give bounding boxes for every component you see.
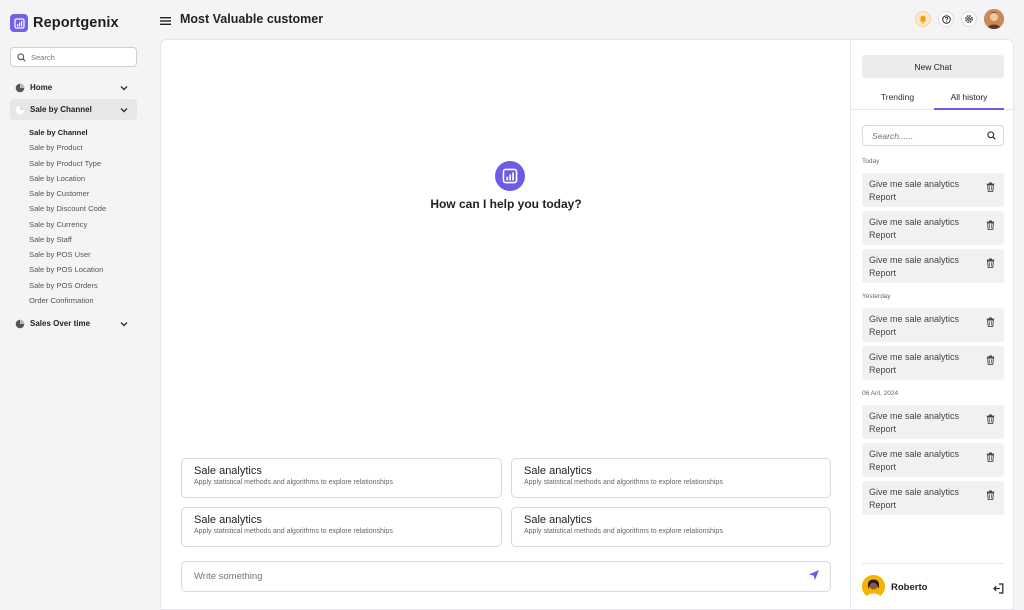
new-chat-button[interactable]: New Chat: [862, 55, 1004, 78]
history-item-text: Give me sale analytics Report: [869, 449, 960, 472]
message-input[interactable]: [194, 571, 808, 582]
history-item-text: Give me sale analytics Report: [869, 314, 960, 337]
brand-name: Reportgenix: [33, 15, 119, 31]
assistant-logo-icon: [495, 161, 525, 191]
search-icon: [17, 52, 26, 62]
history-item-text: Give me sale analytics Report: [869, 179, 960, 202]
chevron-down-icon: [117, 321, 131, 327]
suggestion-cards: Sale analytics Apply statistical methods…: [181, 458, 831, 547]
sidebar: Reportgenix Home Sale by Channel Sale by…: [0, 0, 147, 610]
sidebar-sub-item[interactable]: Sale by Discount Code: [29, 203, 106, 218]
history-item-text: Give me sale analytics Report: [869, 352, 960, 375]
sidebar-search[interactable]: [10, 47, 137, 67]
suggestion-card-desc: Apply statistical methods and algorithms…: [524, 479, 723, 486]
brand-logo-icon: [10, 14, 28, 32]
trash-icon[interactable]: [983, 448, 997, 462]
user-avatar[interactable]: [984, 9, 1004, 29]
history-section-label: Yesterday: [862, 293, 891, 300]
notification-bell-icon[interactable]: [915, 11, 931, 27]
sidebar-sub-item[interactable]: Sale by Staff: [29, 234, 106, 249]
history-section-label: 06 Aril, 2024: [862, 390, 899, 397]
sidebar-group-home[interactable]: Home: [10, 77, 137, 98]
brand[interactable]: Reportgenix: [10, 14, 119, 32]
history-item[interactable]: Give me sale analytics Report: [862, 173, 1004, 207]
header-actions: [915, 9, 1004, 29]
user-name: Roberto: [891, 582, 928, 593]
history-search-input[interactable]: [872, 130, 987, 141]
suggestion-card-desc: Apply statistical methods and algorithms…: [194, 528, 393, 535]
page-title: Most Valuable customer: [180, 12, 324, 26]
sidebar-group-label: Sales Over time: [30, 319, 91, 328]
message-composer[interactable]: [181, 561, 831, 592]
sidebar-group-label: Sale by Channel: [30, 105, 92, 114]
suggestion-card[interactable]: Sale analytics Apply statistical methods…: [511, 507, 831, 547]
sidebar-group-label: Home: [30, 83, 53, 92]
hamburger-menu-icon[interactable]: [160, 13, 171, 31]
suggestion-card[interactable]: Sale analytics Apply statistical methods…: [181, 458, 502, 498]
pie-chart-icon: [15, 83, 25, 92]
sidebar-sub-item[interactable]: Sale by Product Type: [29, 158, 106, 173]
chevron-down-icon: [117, 107, 131, 113]
history-item[interactable]: Give me sale analytics Report: [862, 308, 1004, 342]
user-avatar[interactable]: [862, 575, 885, 598]
chat-main: How can I help you today? Sale analytics…: [160, 39, 850, 610]
sidebar-sub-list: Sale by Channel Sale by Product Sale by …: [29, 127, 106, 310]
suggestion-card-title: Sale analytics: [524, 514, 592, 526]
tab-all-history[interactable]: All history: [934, 88, 1004, 110]
suggestion-card[interactable]: Sale analytics Apply statistical methods…: [511, 458, 831, 498]
current-user: Roberto: [862, 563, 1004, 610]
trash-icon[interactable]: [983, 486, 997, 500]
suggestion-card-title: Sale analytics: [194, 465, 262, 477]
top-header: Most Valuable customer: [147, 0, 1024, 38]
trash-icon[interactable]: [983, 254, 997, 268]
chevron-down-icon: [117, 85, 131, 91]
pie-chart-icon: [15, 319, 25, 328]
greeting-heading: How can I help you today?: [430, 197, 582, 211]
help-icon[interactable]: [938, 11, 954, 27]
history-item-text: Give me sale analytics Report: [869, 217, 960, 240]
trash-icon[interactable]: [983, 351, 997, 365]
history-section-label: Today: [862, 158, 880, 165]
logout-icon[interactable]: [993, 581, 1004, 599]
history-item-text: Give me sale analytics Report: [869, 487, 960, 510]
sidebar-sub-item[interactable]: Sale by Product: [29, 142, 106, 157]
sidebar-sub-item[interactable]: Sale by POS Location: [29, 264, 106, 279]
history-panel: New Chat Trending All history Today Give…: [850, 39, 1015, 610]
history-search[interactable]: [862, 125, 1004, 146]
suggestion-card-desc: Apply statistical methods and algorithms…: [194, 479, 393, 486]
sidebar-sub-item[interactable]: Sale by POS User: [29, 249, 106, 264]
trash-icon[interactable]: [983, 410, 997, 424]
history-item[interactable]: Give me sale analytics Report: [862, 443, 1004, 477]
tab-trending[interactable]: Trending: [862, 88, 933, 110]
sidebar-sub-item[interactable]: Sale by Customer: [29, 188, 106, 203]
history-item[interactable]: Give me sale analytics Report: [862, 346, 1004, 380]
trash-icon[interactable]: [983, 313, 997, 327]
history-item[interactable]: Give me sale analytics Report: [862, 481, 1004, 515]
history-item-text: Give me sale analytics Report: [869, 255, 960, 278]
sidebar-sub-item[interactable]: Sale by Currency: [29, 219, 106, 234]
history-item-text: Give me sale analytics Report: [869, 411, 960, 434]
trash-icon[interactable]: [983, 178, 997, 192]
sidebar-sub-item[interactable]: Order Confirmation: [29, 295, 106, 310]
sidebar-search-input[interactable]: [31, 52, 131, 62]
suggestion-card[interactable]: Sale analytics Apply statistical methods…: [181, 507, 502, 547]
history-item[interactable]: Give me sale analytics Report: [862, 211, 1004, 245]
history-item[interactable]: Give me sale analytics Report: [862, 249, 1004, 283]
sidebar-sub-item[interactable]: Sale by POS Orders: [29, 280, 106, 295]
settings-gear-icon[interactable]: [961, 11, 977, 27]
history-tabs: Trending All history: [851, 88, 1015, 110]
history-item[interactable]: Give me sale analytics Report: [862, 405, 1004, 439]
trash-icon[interactable]: [983, 216, 997, 230]
suggestion-card-title: Sale analytics: [194, 514, 262, 526]
sidebar-group-sale-by-channel[interactable]: Sale by Channel: [10, 99, 137, 120]
sidebar-sub-item[interactable]: Sale by Location: [29, 173, 106, 188]
pie-chart-icon: [15, 105, 25, 114]
sidebar-sub-item[interactable]: Sale by Channel: [29, 127, 106, 142]
send-icon[interactable]: [808, 568, 820, 586]
suggestion-card-desc: Apply statistical methods and algorithms…: [524, 528, 723, 535]
sidebar-group-sales-over-time[interactable]: Sales Over time: [10, 313, 137, 334]
suggestion-card-title: Sale analytics: [524, 465, 592, 477]
search-icon: [987, 131, 996, 140]
